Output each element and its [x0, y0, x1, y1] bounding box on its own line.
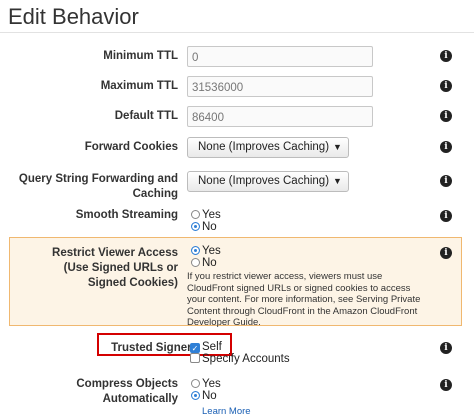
info-icon[interactable]: i: [440, 110, 452, 122]
info-icon[interactable]: i: [440, 141, 452, 153]
compress-no[interactable]: No: [191, 390, 217, 402]
restrict-viewer-label: Restrict Viewer Access (Use Signed URLs …: [52, 246, 178, 291]
restrict-viewer-label-line3: Signed Cookies): [87, 277, 178, 289]
info-icon[interactable]: i: [440, 175, 452, 187]
compress-yes[interactable]: Yes: [191, 378, 221, 390]
restrict-viewer-label-line2: (Use Signed URLs or: [63, 262, 178, 274]
info-icon[interactable]: i: [440, 80, 452, 92]
info-icon[interactable]: i: [440, 50, 452, 62]
info-icon[interactable]: i: [440, 342, 452, 354]
query-string-label: Query String Forwarding and Caching: [19, 172, 178, 202]
trusted-signers-self[interactable]: ✓ Self: [190, 341, 222, 353]
radio-button[interactable]: [191, 379, 200, 388]
restrict-viewer-help: If you restrict viewer access, viewers m…: [187, 271, 421, 328]
query-string-label-line2: Caching: [132, 188, 178, 200]
default-ttl-label: Default TTL: [114, 110, 178, 122]
max-ttl-label: Maximum TTL: [100, 80, 178, 92]
compress-label: Compress Objects Automatically: [76, 378, 178, 405]
learn-more-link[interactable]: Learn More: [202, 406, 251, 417]
info-icon[interactable]: i: [440, 210, 452, 222]
min-ttl-input[interactable]: [187, 46, 373, 67]
restrict-viewer-yes[interactable]: Yes: [191, 245, 221, 257]
smooth-streaming-no[interactable]: No: [191, 221, 217, 233]
chevron-down-icon: ▼: [333, 142, 342, 152]
radio-button-selected[interactable]: [191, 222, 200, 231]
query-string-value: None (Improves Caching): [198, 175, 330, 187]
default-ttl-input[interactable]: [187, 106, 373, 127]
restrict-viewer-label-line1: Restrict Viewer Access: [52, 247, 178, 259]
forward-cookies-select[interactable]: None (Improves Caching) ▼: [187, 137, 349, 158]
smooth-streaming-yes[interactable]: Yes: [191, 209, 221, 221]
min-ttl-label: Minimum TTL: [103, 50, 178, 62]
query-string-select[interactable]: None (Improves Caching) ▼: [187, 171, 349, 192]
forward-cookies-label: Forward Cookies: [84, 141, 178, 153]
chevron-down-icon: ▼: [333, 176, 342, 186]
forward-cookies-value: None (Improves Caching): [198, 141, 330, 153]
page-title: Edit Behavior: [8, 4, 139, 29]
trusted-signers-label: Trusted Signers: [111, 342, 198, 354]
trusted-signers-specify[interactable]: Specify Accounts: [190, 353, 290, 365]
title-divider: [0, 32, 474, 33]
restrict-viewer-no[interactable]: No: [191, 257, 217, 269]
max-ttl-input[interactable]: [187, 76, 373, 97]
query-string-label-line1: Query String Forwarding and: [18, 173, 178, 185]
radio-button[interactable]: [191, 258, 200, 267]
smooth-streaming-label: Smooth Streaming: [75, 209, 178, 221]
radio-button-selected[interactable]: [191, 246, 200, 255]
radio-button[interactable]: [191, 210, 200, 219]
checkbox-checked[interactable]: ✓: [190, 343, 200, 353]
radio-button-selected[interactable]: [191, 391, 200, 400]
checkbox[interactable]: [190, 353, 200, 363]
info-icon[interactable]: i: [440, 247, 452, 259]
info-icon[interactable]: i: [440, 379, 452, 391]
